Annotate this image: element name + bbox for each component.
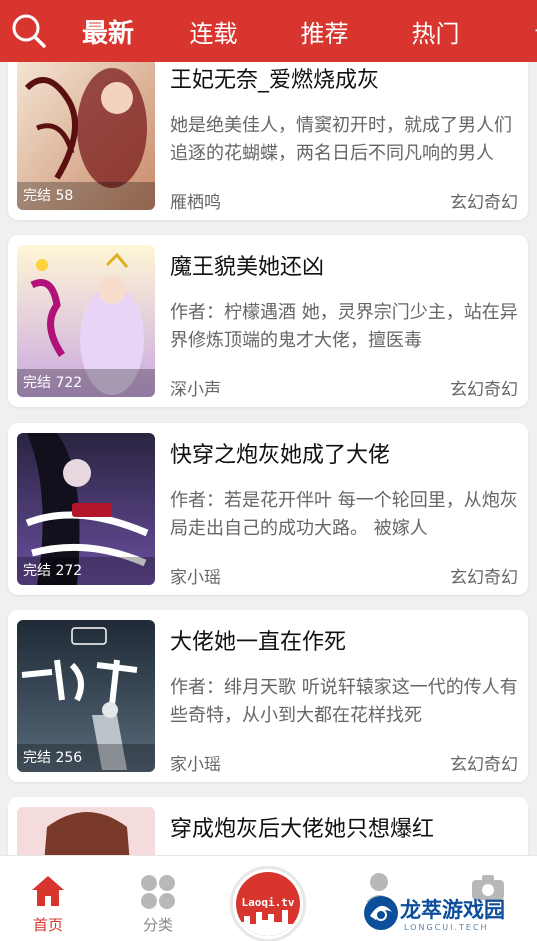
book-genre: 玄幻奇幻 [450,193,518,213]
status-badge: 完结 272 [17,557,155,585]
book-card[interactable]: 完结 722 魔王貌美她还凶 作者：柠檬遇酒 她，灵界宗门少主，站在异界修炼顶端… [8,235,528,407]
book-description: 作者：若是花开伴叶 每一个轮回里，从炮灰局走出自己的成功大路。 被嫁人 [170,490,518,539]
search-button[interactable] [0,0,58,62]
book-feed[interactable]: 完结 58 王妃无奈_爱燃烧成灰 她是绝美佳人，情窦初开时，就成了男人们追逐的花… [0,62,537,855]
tab-latest[interactable]: 最新 [58,13,158,50]
brand-text: Laoqi.tv [241,896,295,909]
category-icon [141,875,175,909]
book-author: 雁栖鸣 [170,193,221,213]
book-genre: 玄幻奇幻 [450,380,518,400]
book-title[interactable]: 快穿之炮灰她成了大佬 [170,437,390,469]
nav-home[interactable]: 首页 [3,856,93,941]
watermark-subtext: LONGCUI.TECH [404,923,489,932]
book-cover[interactable]: 完结 722 [17,245,155,397]
book-card[interactable]: 穿成炮灰后大佬她只想爆红 [8,797,528,855]
book-cover[interactable]: 完结 256 [17,620,155,772]
watermark-logo-icon [364,896,398,930]
category-tabs: 最新 连载 推荐 热门 评 [58,0,537,62]
book-author: 家小瑶 [170,568,221,588]
brand-logo: Laoqi.tv [236,872,300,936]
book-title[interactable]: 魔王貌美她还凶 [170,249,324,281]
tab-recommend[interactable]: 推荐 [269,14,380,49]
book-title[interactable]: 王妃无奈_爱燃烧成灰 [170,62,379,94]
book-genre: 玄幻奇幻 [450,755,518,775]
book-description: 作者：绯月天歌 听说轩辕家这一代的传人有些奇特，从小到大都在花样找死 [170,677,518,726]
book-cover[interactable]: 完结 58 [17,62,155,210]
nav-category[interactable]: 分类 [113,856,203,941]
tab-serial[interactable]: 连载 [158,14,269,49]
book-title[interactable]: 大佬她一直在作死 [170,624,346,656]
book-card[interactable]: 完结 272 快穿之炮灰她成了大佬 作者：若是花开伴叶 每一个轮回里，从炮灰局走… [8,423,528,595]
book-author: 家小瑶 [170,755,221,775]
tab-hot[interactable]: 热门 [380,14,491,49]
book-cover[interactable] [17,807,155,855]
book-title[interactable]: 穿成炮灰后大佬她只想爆红 [170,811,434,843]
book-genre: 玄幻奇幻 [450,568,518,588]
tab-review[interactable]: 评 [491,14,537,49]
watermark-text: 龙萃游戏园 [400,898,505,922]
nav-home-label: 首页 [32,916,63,934]
status-badge: 完结 58 [17,182,155,210]
book-card[interactable]: 完结 58 王妃无奈_爱燃烧成灰 她是绝美佳人，情窦初开时，就成了男人们追逐的花… [8,62,528,220]
book-card[interactable]: 完结 256 大佬她一直在作死 作者：绯月天歌 听说轩辕家这一代的传人有些奇特，… [8,610,528,782]
status-badge: 完结 256 [17,744,155,772]
home-icon [32,876,64,906]
book-description: 作者：柠檬遇酒 她，灵界宗门少主，站在异界修炼顶端的鬼才大佬，擅医毒 [170,302,518,351]
center-action-button[interactable]: Laoqi.tv [230,866,306,941]
cover-art-image [17,807,155,855]
book-cover[interactable]: 完结 272 [17,433,155,585]
search-icon [12,14,46,48]
top-bar: 最新 连载 推荐 热门 评 [0,0,537,62]
nav-category-label: 分类 [142,916,173,934]
book-description: 她是绝美佳人，情窦初开时，就成了男人们追逐的花蝴蝶，两名日后不同凡响的男人 [170,115,512,164]
book-author: 深小声 [170,380,221,400]
status-badge: 完结 722 [17,369,155,397]
watermark: 龙萃游戏园 LONGCUI.TECH [360,890,530,936]
